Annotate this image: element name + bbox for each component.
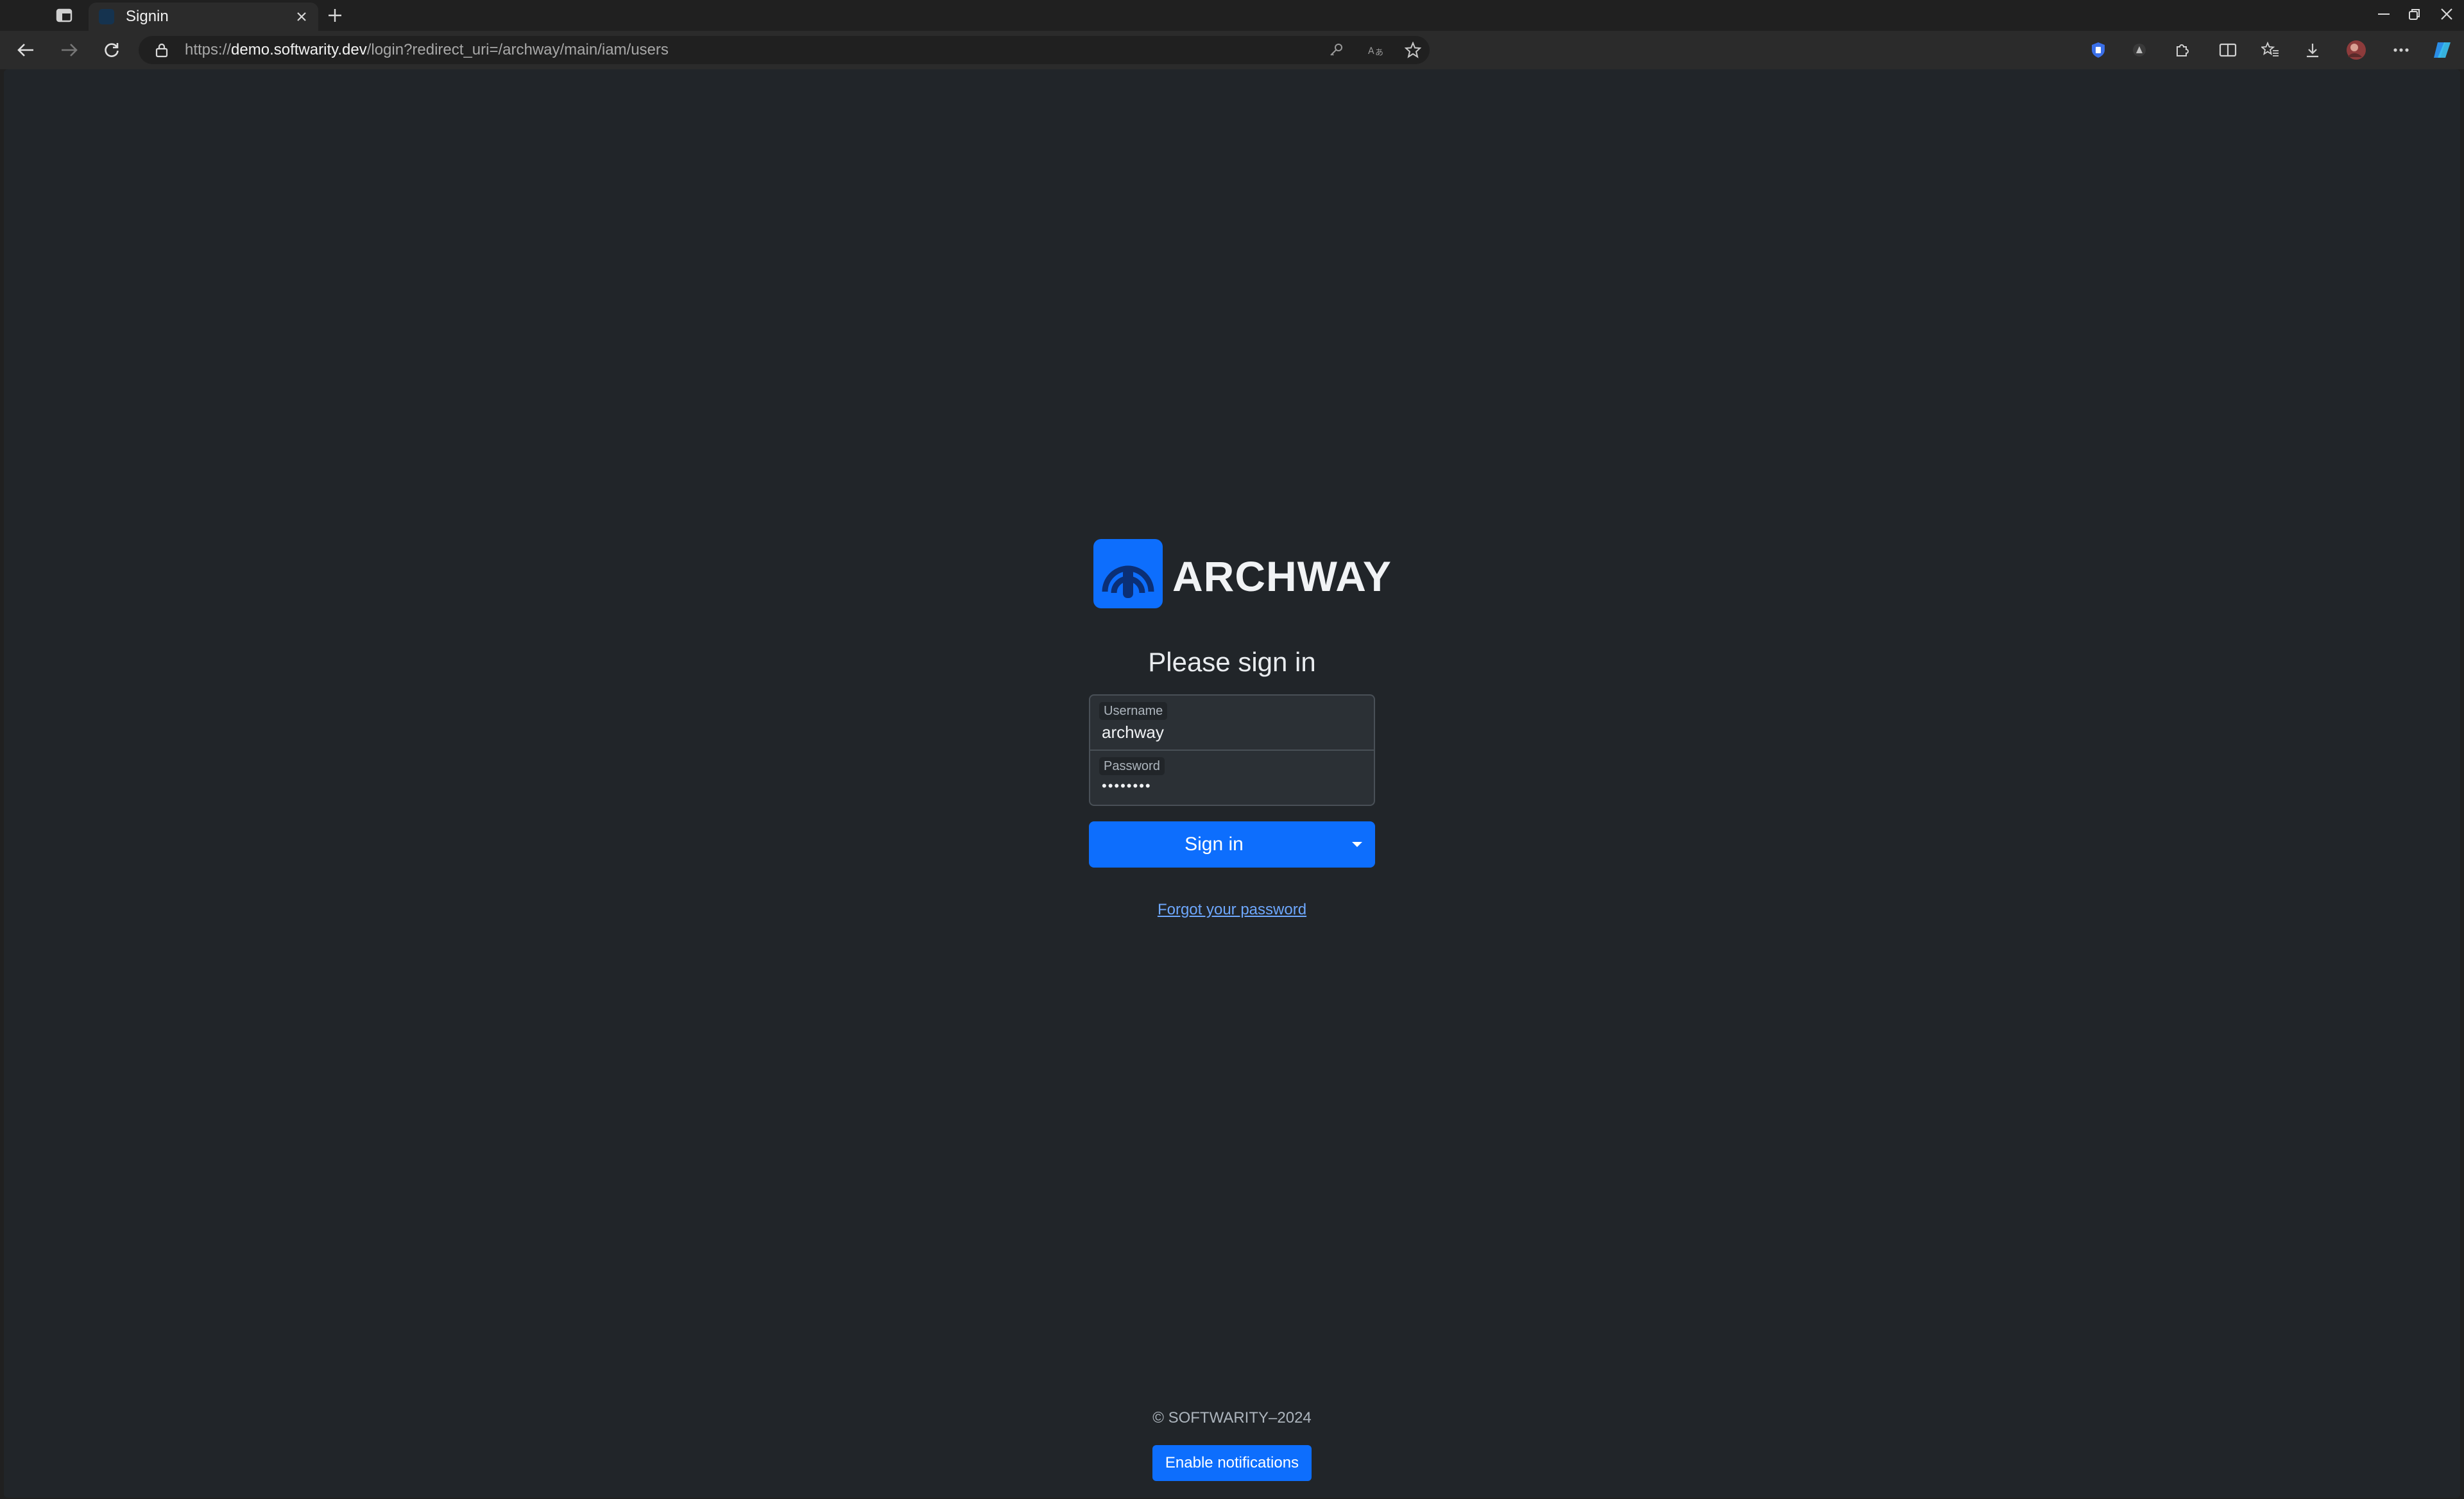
- copilot-icon[interactable]: [2429, 39, 2455, 62]
- browser-toolbar: https://demo.softwarity.dev/login?redire…: [0, 31, 2464, 69]
- browser-tab-signin[interactable]: Signin: [89, 3, 318, 31]
- profile-avatar-icon[interactable]: [2343, 39, 2369, 62]
- more-options-icon[interactable]: [2388, 39, 2414, 62]
- tab-actions-icon[interactable]: [51, 5, 77, 26]
- translate-icon[interactable]: Aあ: [1365, 41, 1386, 59]
- svg-text:あ: あ: [1375, 48, 1383, 58]
- url-scheme: https://: [185, 41, 232, 58]
- url-text[interactable]: https://demo.softwarity.dev/login?redire…: [185, 36, 669, 64]
- password-input[interactable]: ••••••••: [1102, 778, 1358, 794]
- site-favicon-icon: [99, 9, 114, 24]
- username-field[interactable]: Username: [1090, 696, 1374, 750]
- plus-icon[interactable]: [322, 4, 348, 27]
- signin-button[interactable]: Sign in: [1089, 821, 1339, 868]
- key-icon[interactable]: [1326, 41, 1346, 59]
- extensions-puzzle-icon[interactable]: [2169, 39, 2194, 62]
- download-icon[interactable]: [2300, 39, 2325, 62]
- username-input[interactable]: [1102, 723, 1358, 742]
- tab-close-icon[interactable]: [290, 5, 313, 28]
- forgot-password-link[interactable]: Forgot your password: [1089, 901, 1375, 919]
- tab-strip: Signin: [0, 0, 2464, 31]
- favorites-icon[interactable]: [2257, 39, 2283, 62]
- page-title: Please sign in: [1148, 647, 1316, 677]
- lock-icon[interactable]: [154, 42, 169, 58]
- password-field[interactable]: Password ••••••••: [1090, 750, 1374, 803]
- copyright-text: © SOFTWARITY–2024: [1152, 1409, 1312, 1426]
- credentials-group: Username Password ••••••••: [1089, 694, 1375, 806]
- restore-icon[interactable]: [2399, 0, 2431, 28]
- password-label: Password: [1099, 757, 1165, 775]
- enable-notifications-button[interactable]: Enable notifications: [1152, 1445, 1312, 1481]
- url-path: /login?redirect_uri=/archway/main/iam/us…: [366, 41, 669, 58]
- arrow-right-icon[interactable]: [55, 37, 83, 63]
- close-window-icon[interactable]: [2431, 0, 2463, 28]
- address-bar[interactable]: https://demo.softwarity.dev/login?redire…: [139, 36, 1430, 64]
- tab-title: Signin: [126, 8, 169, 25]
- reload-icon[interactable]: [98, 37, 126, 63]
- brand-name: ARCHWAY: [1172, 552, 1392, 600]
- signin-options-toggle[interactable]: [1339, 821, 1375, 868]
- svg-text:A: A: [1368, 46, 1374, 56]
- brand: ARCHWAY: [1089, 539, 1391, 608]
- split-screen-icon[interactable]: [2215, 39, 2241, 62]
- extension-icon[interactable]: [2126, 39, 2152, 62]
- username-label: Username: [1099, 702, 1168, 720]
- archway-logo-icon: [1093, 539, 1163, 608]
- minimize-icon[interactable]: [2368, 0, 2400, 28]
- shield-extension-icon[interactable]: [2085, 39, 2111, 62]
- caret-down-icon: [1352, 842, 1362, 847]
- arrow-left-icon[interactable]: [12, 37, 40, 63]
- signin-button-group: Sign in: [1089, 821, 1375, 868]
- star-icon[interactable]: [1403, 41, 1423, 59]
- url-host: demo.softwarity.dev: [231, 41, 367, 58]
